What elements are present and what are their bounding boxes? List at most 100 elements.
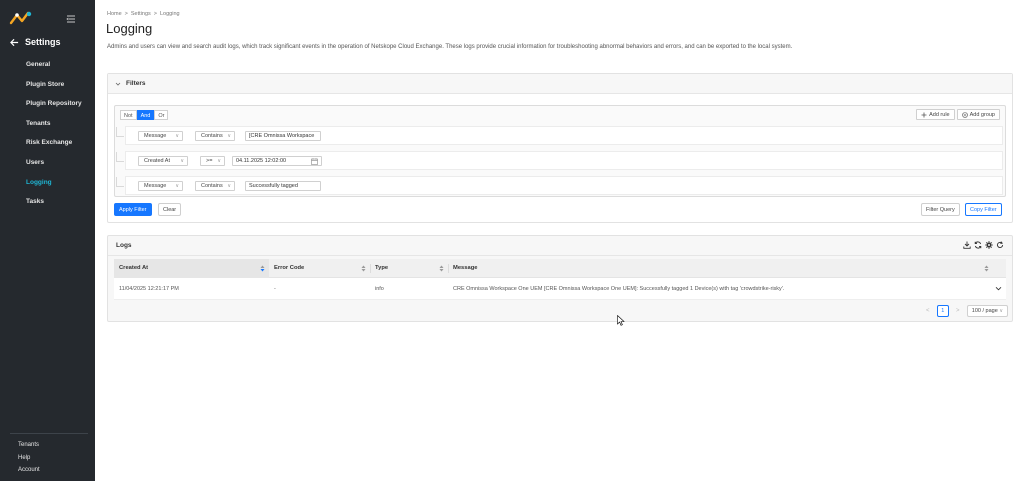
column-type-label: Type (375, 265, 389, 271)
rule-field-select[interactable]: Created At ∨ (138, 156, 188, 166)
chevron-down-icon: ∨ (180, 158, 184, 164)
sidebar-item-tasks[interactable]: Tasks (0, 194, 95, 214)
page-size-select[interactable]: 100 / page ∨ (966, 305, 1008, 317)
filter-rule: Message ∨ Contains ∨ [CRE Omnissa Worksp… (116, 126, 1003, 145)
column-created-at[interactable]: Created At (114, 259, 269, 278)
query-builder: Not And Or Add rule Add group Message ∨ … (114, 105, 1006, 197)
netskope-logo-icon[interactable] (9, 11, 33, 25)
chevron-down-icon[interactable] (995, 285, 1002, 292)
download-icon[interactable] (963, 241, 971, 249)
arrow-left-icon (10, 38, 19, 46)
column-message[interactable]: Message (448, 259, 993, 278)
cell-created-at: 11/04/2025 12:21:17 PM (119, 286, 179, 292)
sidebar-title: Settings (25, 37, 61, 47)
clear-button[interactable]: Clear (158, 203, 182, 216)
column-error-code[interactable]: Error Code (269, 259, 370, 278)
rule-field-select[interactable]: Message ∨ (138, 181, 183, 191)
rule-operator-select[interactable]: >= ∨ (200, 156, 225, 166)
filter-query-button[interactable]: Filter Query (921, 203, 960, 216)
page-description: Admins and users can view and search aud… (107, 44, 793, 50)
sidebar: Settings General Plugin Store Plugin Rep… (0, 0, 95, 481)
sidebar-item-tenants[interactable]: Tenants (0, 116, 95, 136)
gear-icon[interactable] (985, 241, 993, 249)
logs-panel: Logs Created At Error Code Type Message … (107, 235, 1013, 322)
rule-value-input[interactable]: Successfully tagged (245, 181, 321, 191)
add-group-label: Add group (969, 111, 995, 118)
rule-field-value: Message (144, 133, 167, 139)
sidebar-link-help[interactable]: Help (18, 453, 40, 466)
conjunction-and[interactable]: And (136, 110, 155, 120)
sync-icon[interactable] (974, 241, 982, 249)
chevron-down-icon: ∨ (175, 183, 179, 189)
copy-filter-button[interactable]: Copy Filter (965, 203, 1002, 216)
sidebar-divider (10, 433, 88, 434)
filter-rule: Created At ∨ >= ∨ 04.11.2025 12:02:00 (116, 151, 1003, 170)
apply-filter-button[interactable]: Apply Filter (114, 203, 152, 216)
rule-operator-select[interactable]: Contains ∨ (195, 181, 235, 191)
sidebar-item-logging[interactable]: Logging (0, 175, 95, 195)
breadcrumb-separator: > (124, 11, 128, 17)
rule-operator-select[interactable]: Contains ∨ (195, 131, 235, 141)
cell-message: CRE Omnissa Workspace One UEM [CRE Omnis… (453, 286, 785, 292)
prev-page-button[interactable]: < (923, 308, 933, 314)
rule-operator-value: Contains (201, 133, 223, 139)
refresh-icon[interactable] (996, 241, 1004, 249)
column-message-label: Message (453, 265, 478, 271)
chevron-down-icon: ∨ (227, 133, 231, 139)
breadcrumb-home[interactable]: Home (107, 11, 122, 17)
plus-icon (921, 112, 927, 117)
rule-connector (116, 127, 124, 137)
cell-type: info (375, 286, 384, 292)
sidebar-link-account[interactable]: Account (18, 465, 40, 478)
rule-date-value: 04.11.2025 12:02:00 (236, 158, 287, 164)
page-size-value: 100 / page (971, 308, 998, 314)
sidebar-nav: General Plugin Store Plugin Repository T… (0, 57, 95, 214)
conjunction-group: Not And Or (120, 110, 169, 120)
breadcrumb-settings[interactable]: Settings (131, 11, 151, 17)
filters-header[interactable]: Filters (108, 74, 1012, 94)
rule-field-value: Message (144, 183, 167, 189)
rule-date-input[interactable]: 04.11.2025 12:02:00 (232, 156, 322, 166)
page-1-button[interactable]: 1 (936, 305, 949, 317)
add-group-button[interactable]: Add group (956, 109, 1000, 120)
chevron-down-icon (115, 82, 121, 86)
filter-rule: Message ∨ Contains ∨ Successfully tagged (116, 176, 1003, 195)
sort-icon[interactable] (984, 265, 989, 272)
rule-value-input[interactable]: [CRE Omnissa Workspace (245, 131, 321, 141)
logs-header: Logs (108, 236, 1012, 256)
sidebar-item-plugin-store[interactable]: Plugin Store (0, 77, 95, 97)
column-error-code-label: Error Code (274, 265, 305, 271)
plus-circle-icon (961, 111, 968, 118)
rule-operator-value: Contains (201, 183, 223, 189)
table-row[interactable]: 11/04/2025 12:21:17 PM - info CRE Omniss… (114, 278, 1006, 300)
logs-table-header: Created At Error Code Type Message (114, 259, 1006, 278)
sidebar-item-users[interactable]: Users (0, 155, 95, 175)
logs-toolbar (963, 241, 1004, 249)
menu-collapse-icon[interactable] (66, 14, 76, 24)
column-type[interactable]: Type (370, 259, 448, 278)
conjunction-or[interactable]: Or (154, 110, 169, 120)
sort-icon[interactable] (361, 265, 366, 272)
conjunction-not[interactable]: Not (120, 110, 137, 120)
calendar-icon[interactable] (311, 158, 318, 165)
breadcrumb-separator: > (153, 11, 157, 17)
chevron-down-icon: ∨ (227, 183, 231, 189)
sidebar-item-plugin-repository[interactable]: Plugin Repository (0, 96, 95, 116)
filters-panel: Filters Not And Or Add rule Add group Me… (107, 73, 1013, 223)
back-to-settings[interactable]: Settings (10, 37, 61, 47)
rule-field-value: Created At (144, 158, 170, 164)
add-rule-button[interactable]: Add rule (916, 109, 955, 120)
main-content: Home > Settings > Logging Logging Admins… (95, 0, 1024, 481)
next-page-button[interactable]: > (953, 308, 963, 314)
breadcrumb-logging: Logging (159, 11, 180, 17)
sort-icon[interactable] (439, 265, 444, 272)
logs-title: Logs (116, 242, 132, 249)
sort-icon[interactable] (260, 265, 265, 272)
sidebar-item-general[interactable]: General (0, 57, 95, 77)
sidebar-item-risk-exchange[interactable]: Risk Exchange (0, 135, 95, 155)
sidebar-link-tenants[interactable]: Tenants (18, 440, 40, 453)
rule-field-select[interactable]: Message ∨ (138, 131, 183, 141)
mouse-cursor-icon (617, 315, 625, 326)
chevron-down-icon: ∨ (999, 308, 1003, 314)
page-title: Logging (106, 21, 153, 36)
